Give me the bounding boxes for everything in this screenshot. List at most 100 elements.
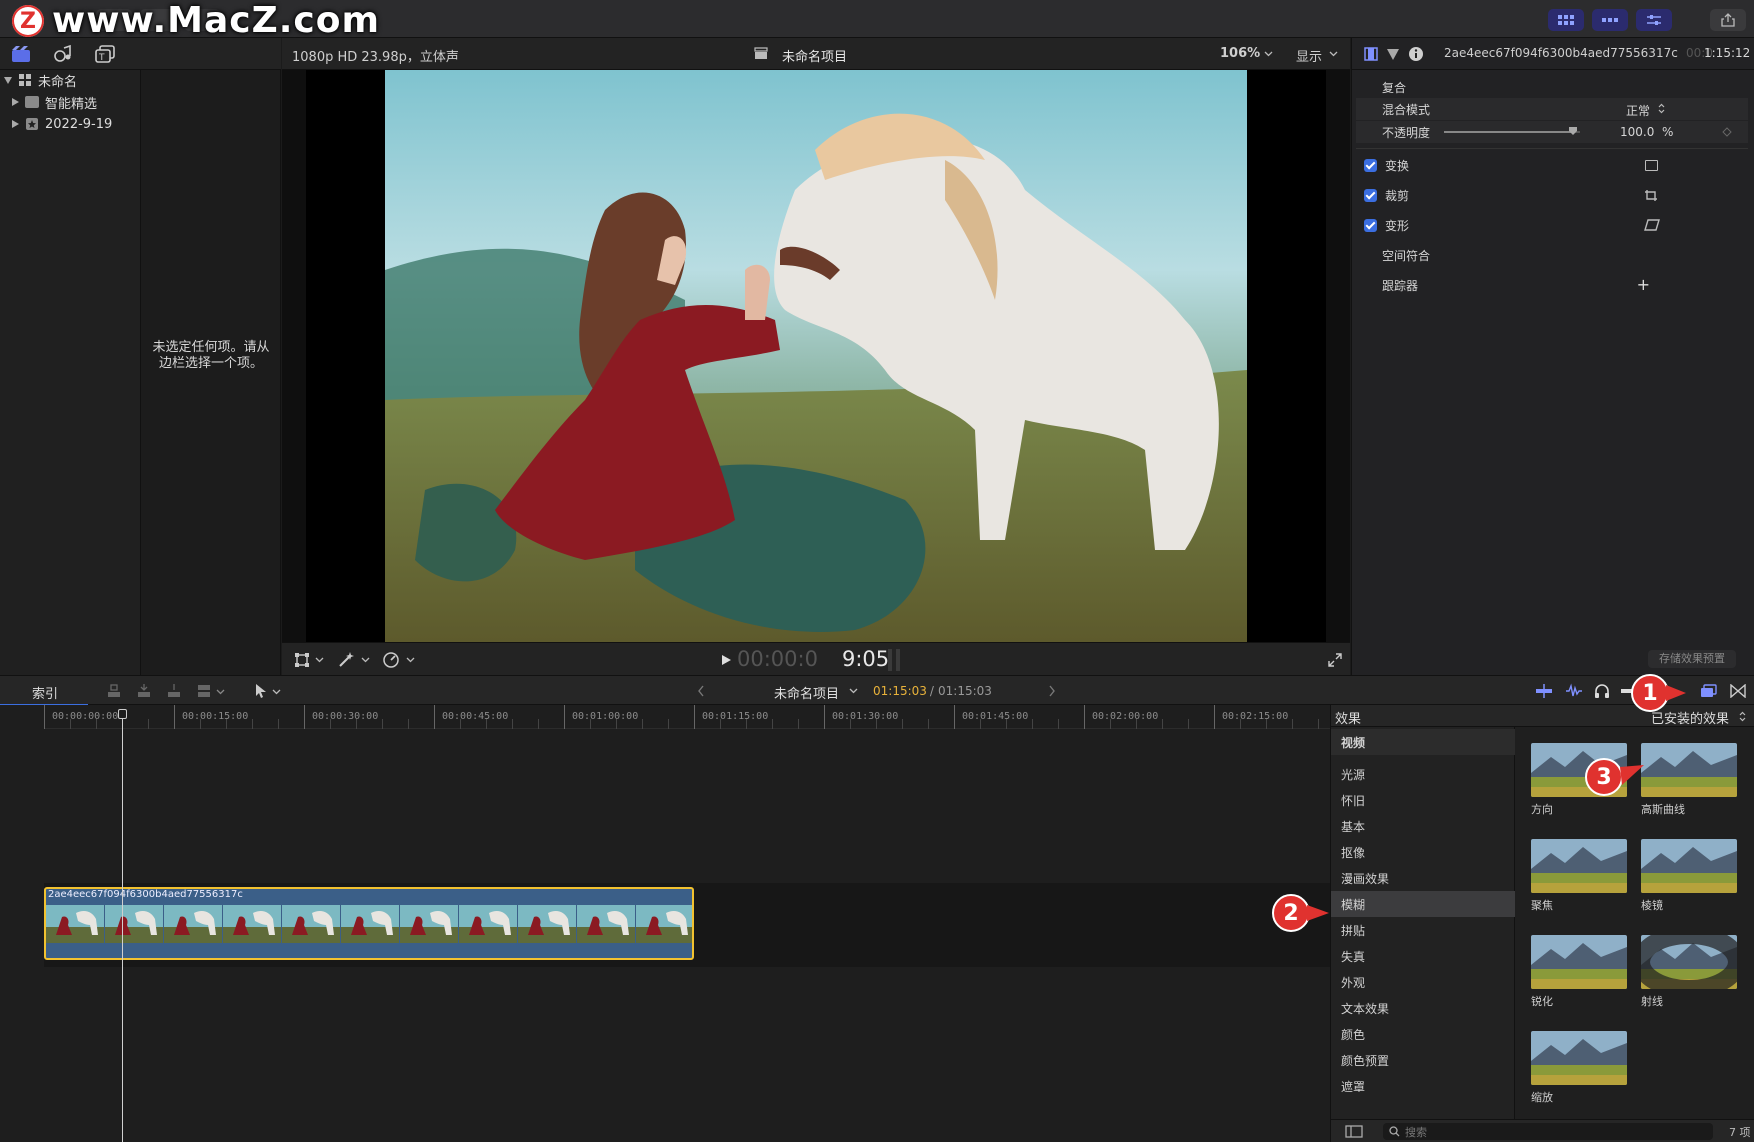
- library-item-event[interactable]: 2022-9-19: [12, 114, 112, 134]
- ruler-minor-tick: [746, 719, 747, 729]
- effects-category-item[interactable]: 光源: [1331, 761, 1515, 787]
- updown-chevron-icon[interactable]: [1739, 711, 1746, 722]
- effects-category-item[interactable]: 颜色预置: [1331, 1047, 1515, 1073]
- blend-mode-popup[interactable]: 正常: [1626, 102, 1650, 119]
- transform-icon[interactable]: [1645, 159, 1658, 171]
- playhead-handle[interactable]: [118, 709, 127, 719]
- magic-wand-icon[interactable]: [337, 651, 355, 669]
- effects-category-item[interactable]: 抠像: [1331, 839, 1515, 865]
- forward-icon[interactable]: [1048, 685, 1056, 697]
- effects-category-item[interactable]: 遮罩: [1331, 1073, 1515, 1099]
- library-item-smart-collections[interactable]: 智能精选: [12, 92, 97, 112]
- effects-footer: 搜索 7 项: [1331, 1119, 1754, 1142]
- titles-generators-icon[interactable]: T: [94, 44, 116, 64]
- ruler-minor-tick: [798, 719, 799, 729]
- photos-audio-icon[interactable]: [52, 44, 74, 64]
- audio-skimming-icon[interactable]: [1565, 683, 1583, 699]
- chevron-down-icon: [1264, 51, 1273, 57]
- effects-category-item[interactable]: 基本: [1331, 813, 1515, 839]
- select-tool-icon[interactable]: [254, 683, 268, 699]
- effects-category-item[interactable]: 文本效果: [1331, 995, 1515, 1021]
- browser-toggle-button[interactable]: [1548, 9, 1584, 31]
- effects-category-item[interactable]: 视频: [1331, 729, 1515, 755]
- crop-row[interactable]: 裁剪: [1356, 182, 1748, 208]
- effect-thumbnail-item[interactable]: 射线: [1641, 935, 1737, 1009]
- disclosure-closed-icon[interactable]: [12, 120, 19, 128]
- callout-number: 2: [1283, 900, 1299, 926]
- chevron-down-icon[interactable]: [272, 689, 281, 695]
- playhead[interactable]: [122, 712, 123, 1142]
- effects-category-item[interactable]: 拼贴: [1331, 917, 1515, 943]
- chevron-down-icon[interactable]: [361, 657, 370, 663]
- speed-gauge-icon[interactable]: [382, 651, 400, 669]
- insert-clip-icon[interactable]: [136, 683, 152, 699]
- chevron-down-icon[interactable]: [849, 688, 858, 694]
- play-icon[interactable]: [720, 654, 732, 666]
- distort-checkbox[interactable]: [1364, 218, 1377, 232]
- timeline-ruler[interactable]: 00:00:00:00 00:00:15:00 00:00:30:00 00:00:4…: [44, 705, 1330, 729]
- timeline-toggle-button[interactable]: [1592, 9, 1628, 31]
- effects-category-item[interactable]: 颜色: [1331, 1021, 1515, 1047]
- fullscreen-icon[interactable]: [1328, 653, 1342, 667]
- crop-icon[interactable]: [1644, 189, 1658, 202]
- info-icon[interactable]: [1408, 46, 1424, 62]
- opacity-slider[interactable]: [1444, 131, 1580, 133]
- effect-thumbnail-item[interactable]: 缩放: [1531, 1031, 1627, 1105]
- effects-category-item[interactable]: 外观: [1331, 969, 1515, 995]
- disclosure-closed-icon[interactable]: [12, 98, 19, 106]
- distort-icon[interactable]: [1644, 219, 1660, 231]
- index-tab[interactable]: 索引: [0, 676, 88, 706]
- timeline-project-name[interactable]: 未命名项目: [774, 683, 839, 702]
- effect-thumbnail-item[interactable]: 高斯曲线: [1641, 743, 1737, 817]
- effects-browser-icon[interactable]: [1700, 683, 1718, 699]
- timeline-clip[interactable]: 2ae4eec67f094f6300b4aed77556317c: [44, 887, 694, 960]
- tracker-row[interactable]: 跟踪器 +: [1356, 272, 1748, 298]
- display-menu[interactable]: 显示: [1296, 46, 1322, 65]
- effect-thumbnail-item[interactable]: 聚焦: [1531, 839, 1627, 913]
- sidebar-toggle-icon[interactable]: [1345, 1125, 1363, 1138]
- search-placeholder: 搜索: [1405, 1126, 1427, 1139]
- distort-row[interactable]: 变形: [1356, 212, 1748, 238]
- inspector-toggle-button[interactable]: [1636, 9, 1672, 31]
- library-item-unnamed[interactable]: 未命名: [4, 70, 77, 90]
- share-button[interactable]: [1710, 9, 1746, 31]
- save-effects-preset-button[interactable]: 存储效果预置: [1648, 650, 1736, 668]
- composite-section[interactable]: 复合: [1356, 74, 1748, 100]
- callout-2: 2: [1271, 893, 1329, 933]
- chevron-down-icon[interactable]: [315, 657, 324, 663]
- spatial-conform-row[interactable]: 空间符合: [1356, 242, 1748, 268]
- transform-tool-icon[interactable]: [294, 652, 310, 668]
- keyframe-icon[interactable]: [1722, 127, 1732, 137]
- zoom-menu[interactable]: 106%: [1220, 46, 1260, 61]
- overwrite-clip-icon[interactable]: [196, 683, 212, 699]
- crop-checkbox[interactable]: [1364, 188, 1377, 202]
- back-icon[interactable]: [697, 685, 705, 697]
- plus-icon[interactable]: +: [1637, 275, 1650, 294]
- skimming-icon[interactable]: [1535, 683, 1553, 699]
- transitions-browser-icon[interactable]: [1730, 684, 1746, 698]
- opacity-value[interactable]: 100.0: [1620, 125, 1654, 139]
- timecode-display[interactable]: 9:05: [842, 647, 889, 671]
- ruler-minor-tick: [1058, 719, 1059, 729]
- effects-category-item[interactable]: 失真: [1331, 943, 1515, 969]
- opacity-slider-knob[interactable]: [1568, 126, 1578, 136]
- color-inspector-icon[interactable]: [1386, 47, 1400, 61]
- effect-thumbnail-item[interactable]: 锐化: [1531, 935, 1627, 1009]
- append-clip-icon[interactable]: [166, 683, 182, 699]
- updown-chevron-icon[interactable]: [1658, 103, 1665, 114]
- ruler-tick: [1214, 705, 1215, 729]
- effects-category-item[interactable]: 模糊: [1331, 891, 1515, 917]
- chevron-down-icon[interactable]: [406, 657, 415, 663]
- headphones-icon[interactable]: [1594, 683, 1610, 699]
- chevron-down-icon[interactable]: [216, 689, 225, 695]
- transform-row[interactable]: 变换: [1356, 152, 1748, 178]
- connect-clip-icon[interactable]: [106, 683, 122, 699]
- disclosure-open-icon[interactable]: [4, 76, 12, 84]
- video-inspector-icon[interactable]: [1364, 47, 1378, 61]
- libraries-icon[interactable]: [10, 44, 32, 64]
- effects-category-item[interactable]: 漫画效果: [1331, 865, 1515, 891]
- effect-thumbnail-item[interactable]: 棱镜: [1641, 839, 1737, 913]
- transform-checkbox[interactable]: [1364, 158, 1377, 172]
- effects-search-field[interactable]: 搜索: [1383, 1123, 1713, 1140]
- effects-category-item[interactable]: 怀旧: [1331, 787, 1515, 813]
